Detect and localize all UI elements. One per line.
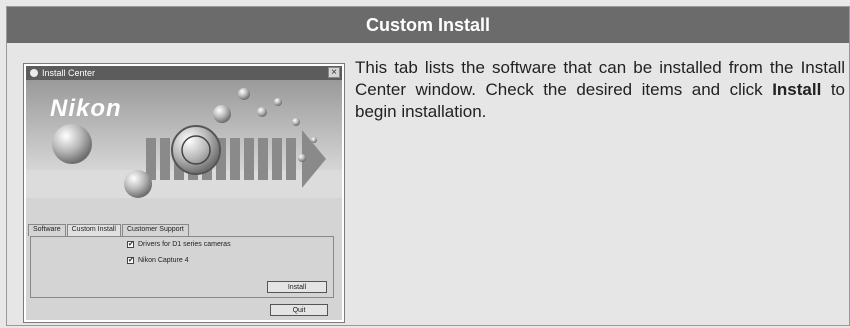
tab-software[interactable]: Software <box>28 224 66 236</box>
dialog-title: Install Center <box>42 68 96 78</box>
dialog-body: Software Custom Install Customer Support… <box>26 198 342 320</box>
install-center-dialog: Install Center × Nikon Software Custom I… <box>23 63 345 323</box>
app-icon <box>30 69 38 77</box>
section-title: Custom Install <box>7 7 849 43</box>
nikon-banner: Nikon <box>26 80 342 198</box>
checkbox-nikon-capture[interactable]: ✔ <box>127 257 134 264</box>
custom-install-tab-panel: ✔ Drivers for D1 series cameras ✔ Nikon … <box>30 236 334 298</box>
list-item[interactable]: ✔ Drivers for D1 series cameras <box>127 241 231 248</box>
install-button[interactable]: Install <box>267 281 327 293</box>
list-item[interactable]: ✔ Nikon Capture 4 <box>127 257 189 264</box>
dialog-titlebar: Install Center × <box>26 66 342 80</box>
item-label: Drivers for D1 series cameras <box>138 241 231 248</box>
banner-graphic: Nikon <box>26 80 342 198</box>
tab-custom-install[interactable]: Custom Install <box>66 224 121 236</box>
install-keyword: Install <box>772 80 822 99</box>
tab-customer-support[interactable]: Customer Support <box>121 224 189 236</box>
section-description: This tab lists the software that can be … <box>355 57 845 123</box>
item-label: Nikon Capture 4 <box>138 257 189 264</box>
close-icon[interactable]: × <box>328 67 340 78</box>
custom-install-panel: Custom Install Install Center × Nikon So… <box>6 6 850 326</box>
nikon-logo-text: Nikon <box>50 95 122 122</box>
tab-strip: Software Custom Install Customer Support <box>28 224 190 236</box>
quit-button[interactable]: Quit <box>270 304 328 316</box>
checkbox-drivers-d1[interactable]: ✔ <box>127 241 134 248</box>
